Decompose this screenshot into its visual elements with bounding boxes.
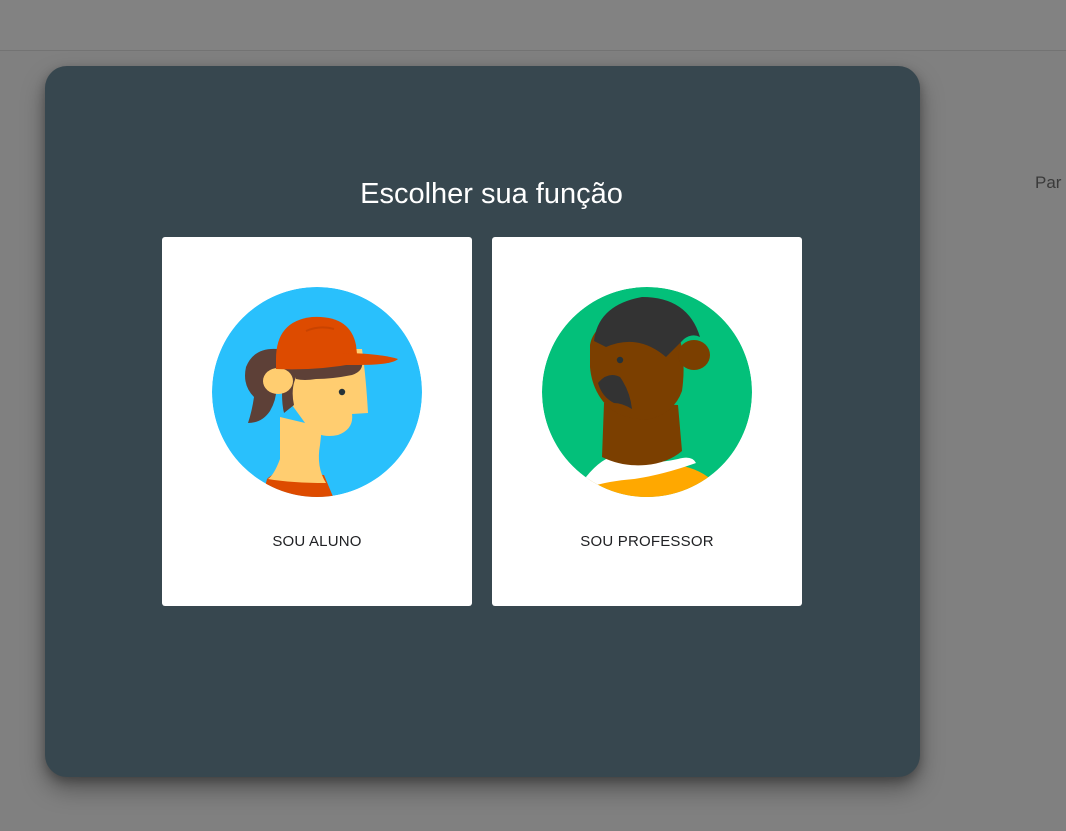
top-app-bar: [0, 0, 1066, 51]
teacher-role-label: SOU PROFESSOR: [580, 533, 714, 550]
dialog-title: Escolher sua função: [360, 178, 623, 210]
student-avatar-icon: [212, 287, 422, 497]
student-role-card[interactable]: SOU ALUNO: [162, 237, 472, 606]
choose-role-dialog: Escolher sua função SOU ALUNO SOU PROFES…: [45, 66, 920, 777]
background-side-text: Par: [1035, 173, 1062, 192]
teacher-role-card[interactable]: SOU PROFESSOR: [492, 237, 802, 606]
teacher-avatar-icon: [542, 287, 752, 497]
student-role-label: SOU ALUNO: [272, 533, 362, 550]
